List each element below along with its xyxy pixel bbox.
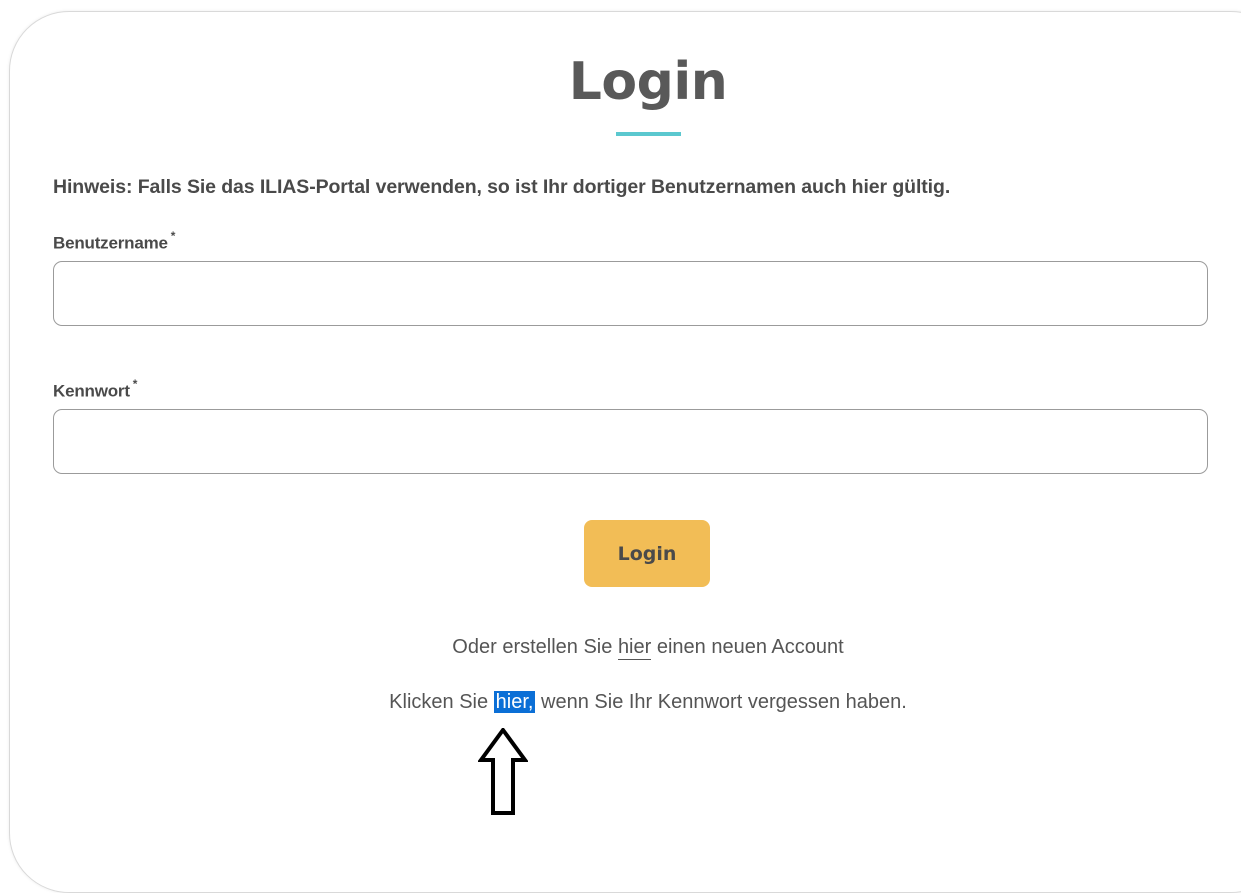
forgot-prefix: Klicken Sie bbox=[389, 691, 494, 713]
forgot-password-line: Klicken Sie hier, wenn Sie Ihr Kennwort … bbox=[0, 691, 1241, 714]
password-label: Kennwort * bbox=[53, 377, 138, 402]
username-label-text: Benutzername bbox=[53, 233, 168, 253]
password-input[interactable] bbox=[53, 409, 1208, 474]
page-title: Login bbox=[568, 52, 728, 112]
username-input[interactable] bbox=[53, 261, 1208, 326]
register-prefix: Oder erstellen Sie bbox=[452, 636, 618, 658]
forgot-password-link[interactable]: hier, bbox=[493, 691, 536, 713]
title-underline bbox=[616, 132, 681, 136]
up-arrow-icon bbox=[478, 728, 528, 815]
forgot-suffix: wenn Sie Ihr Kennwort vergessen haben. bbox=[535, 691, 907, 713]
password-label-text: Kennwort bbox=[53, 381, 130, 401]
register-line: Oder erstellen Sie hier einen neuen Acco… bbox=[0, 636, 1241, 660]
username-label: Benutzername * bbox=[53, 229, 176, 254]
register-link[interactable]: hier bbox=[617, 636, 652, 660]
login-button[interactable]: Login bbox=[584, 520, 710, 587]
required-marker: * bbox=[170, 229, 176, 243]
portal-hint: Hinweis: Falls Sie das ILIAS-Portal verw… bbox=[53, 176, 951, 198]
required-marker: * bbox=[132, 377, 138, 391]
register-suffix: einen neuen Account bbox=[651, 636, 844, 658]
